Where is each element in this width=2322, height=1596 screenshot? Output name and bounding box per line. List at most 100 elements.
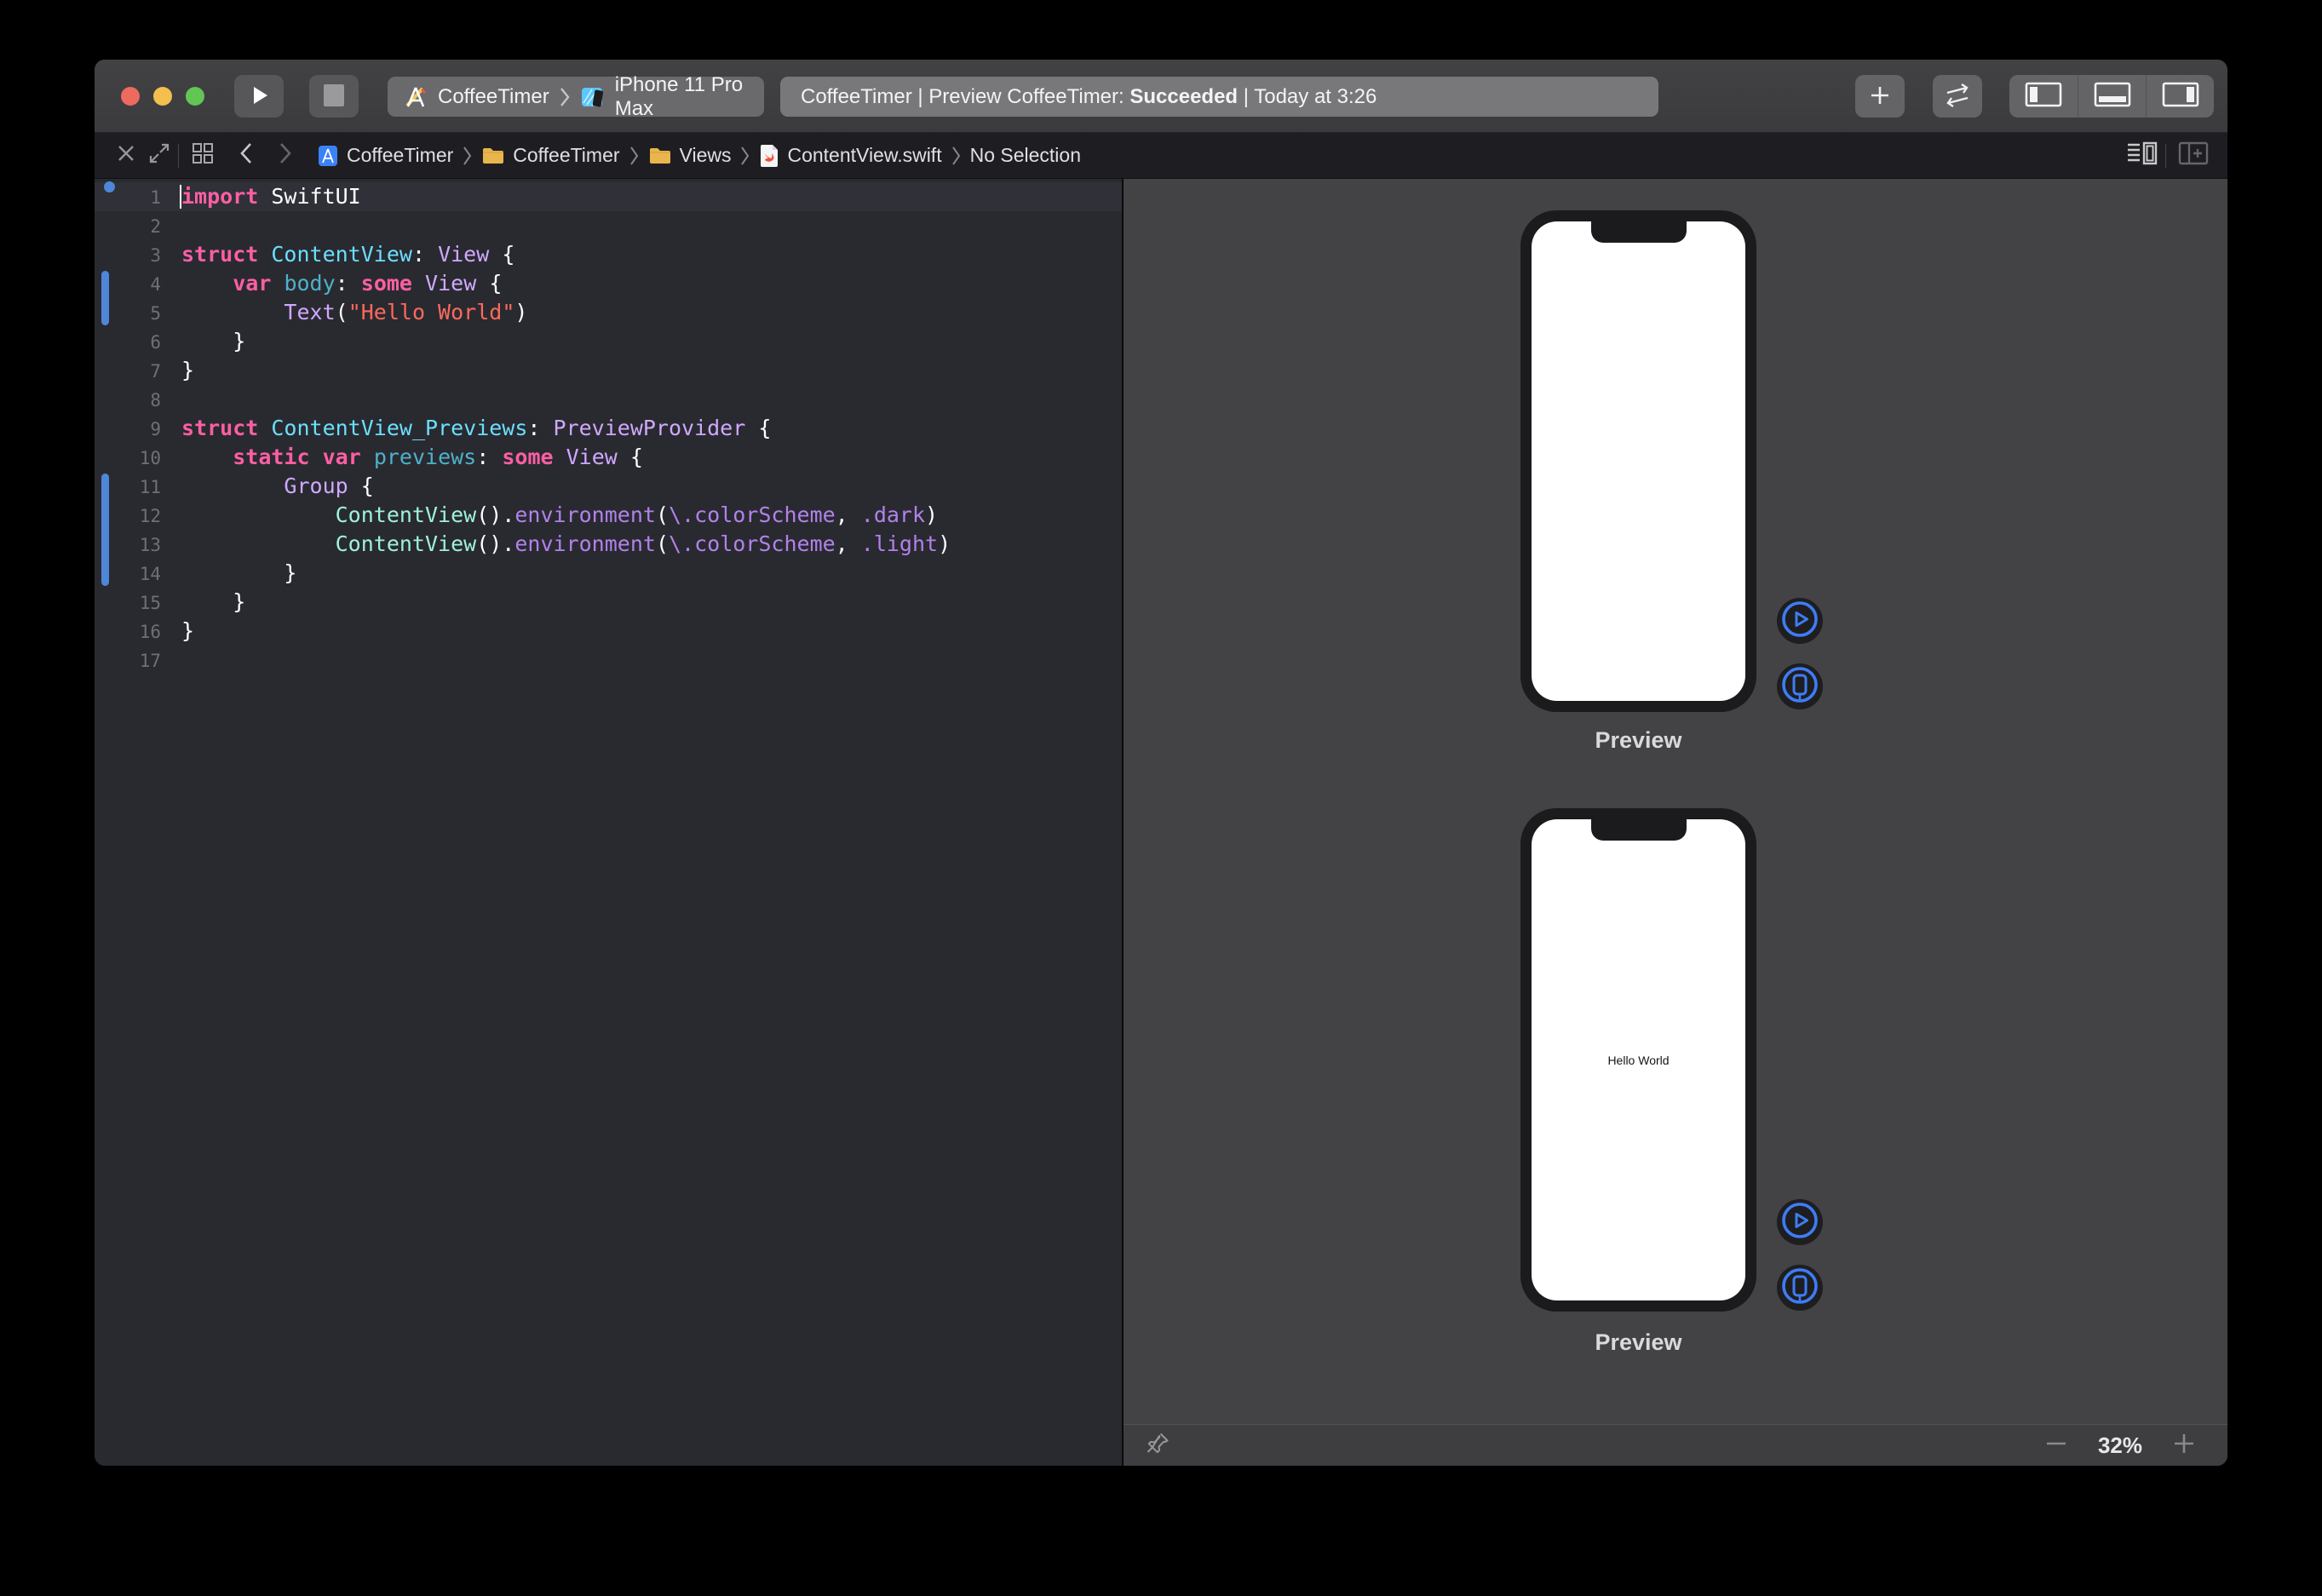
scheme-selector[interactable]: CoffeeTimer iPhone 11 Pro Max <box>388 77 764 117</box>
code-token: } <box>181 589 245 614</box>
code-text: static var previews: some View { <box>181 445 643 469</box>
breadcrumb-group[interactable]: CoffeeTimer <box>481 144 619 167</box>
toggle-navigator-button[interactable] <box>2009 75 2078 118</box>
code-token: Text <box>284 300 335 324</box>
close-editor-button[interactable] <box>112 143 141 169</box>
code-line-16[interactable]: 16} <box>95 617 1122 646</box>
code-line-9[interactable]: 9struct ContentView_Previews: PreviewPro… <box>95 414 1122 443</box>
code-text: var body: some View { <box>181 271 502 296</box>
live-preview-button-1[interactable] <box>1777 598 1823 644</box>
code-text: } <box>181 618 194 643</box>
code-line-5[interactable]: 5 Text("Hello World") <box>95 298 1122 327</box>
code-line-6[interactable]: 6 } <box>95 327 1122 356</box>
editor-options-button[interactable] <box>2119 141 2165 170</box>
related-items-button[interactable] <box>179 141 227 170</box>
pin-icon <box>1144 1430 1171 1461</box>
breadcrumb-file[interactable]: ContentView.swift <box>759 144 941 168</box>
code-token: ContentView <box>336 502 477 527</box>
minimize-window-button[interactable] <box>153 87 172 106</box>
jump-bar: CoffeeTimer CoffeeTimer Views <box>95 133 2227 179</box>
code-token <box>181 445 233 469</box>
code-line-11[interactable]: 11 Group { <box>95 472 1122 501</box>
live-preview-button-2[interactable] <box>1777 1199 1823 1245</box>
code-token: View <box>425 271 476 296</box>
code-line-13[interactable]: 13 ContentView().environment(\.colorSche… <box>95 530 1122 559</box>
code-token: some <box>361 271 412 296</box>
preview-device-2[interactable]: Hello World <box>1520 808 1756 1312</box>
go-back-button[interactable] <box>227 141 266 170</box>
run-button[interactable] <box>234 75 284 118</box>
code-token <box>181 271 233 296</box>
source-editor[interactable]: 1import SwiftUI23struct ContentView: Vie… <box>95 179 1122 1466</box>
code-text: struct ContentView: View { <box>181 242 514 267</box>
minus-icon <box>2043 1431 2069 1461</box>
preview-screen-1[interactable] <box>1532 221 1745 701</box>
code-token <box>181 502 336 527</box>
code-text: } <box>181 560 296 585</box>
code-token: } <box>181 560 296 585</box>
code-line-2[interactable]: 2 <box>95 211 1122 240</box>
breadcrumb-selection[interactable]: No Selection <box>970 144 1081 167</box>
add-editor-icon <box>2178 141 2209 170</box>
version-editor-button[interactable] <box>1933 75 1982 118</box>
code-token: environment <box>514 531 656 556</box>
breadcrumb-project[interactable]: CoffeeTimer <box>317 144 453 167</box>
activity-status-bar[interactable]: CoffeeTimer | Preview CoffeeTimer: Succe… <box>780 77 1658 117</box>
preview-on-device-button-2[interactable] <box>1777 1265 1823 1311</box>
close-window-button[interactable] <box>121 87 140 106</box>
code-line-17[interactable]: 17 <box>95 646 1122 675</box>
preview-on-device-button-1[interactable] <box>1777 663 1823 709</box>
zoom-out-button[interactable] <box>2043 1431 2069 1461</box>
go-forward-button[interactable] <box>266 141 305 170</box>
breadcrumb-separator-icon <box>629 146 640 166</box>
preview-device-1[interactable] <box>1520 210 1756 712</box>
zoom-in-button[interactable] <box>2171 1431 2197 1461</box>
code-line-1[interactable]: 1import SwiftUI <box>95 182 1122 211</box>
code-token: "Hello World" <box>348 300 515 324</box>
code-line-3[interactable]: 3struct ContentView: View { <box>95 240 1122 269</box>
code-text: ContentView().environment(\.colorScheme,… <box>181 502 938 527</box>
change-bar <box>101 474 109 586</box>
code-token <box>361 445 374 469</box>
simulator-icon <box>580 84 606 110</box>
code-text: ContentView().environment(\.colorScheme,… <box>181 531 951 556</box>
code-line-7[interactable]: 7} <box>95 356 1122 385</box>
code-token: View <box>438 242 489 267</box>
code-line-10[interactable]: 10 static var previews: some View { <box>95 443 1122 472</box>
code-token <box>181 300 284 324</box>
code-text: Text("Hello World") <box>181 300 527 324</box>
zoom-level[interactable]: 32% <box>2069 1432 2171 1459</box>
pin-preview-button[interactable] <box>1144 1430 1171 1461</box>
code-token <box>310 445 323 469</box>
zoom-window-button[interactable] <box>186 87 204 106</box>
code-line-15[interactable]: 15 } <box>95 588 1122 617</box>
breadcrumb-views-folder[interactable]: Views <box>648 144 732 167</box>
code-token: , <box>836 531 861 556</box>
swift-file-icon <box>759 144 779 168</box>
code-token: : <box>527 416 553 440</box>
line-number: 2 <box>95 212 161 241</box>
minimize-editor-button[interactable] <box>141 142 178 169</box>
code-token: : <box>412 242 438 267</box>
breadcrumb-label: ContentView.swift <box>787 144 941 167</box>
add-library-button[interactable] <box>1855 75 1905 118</box>
code-token <box>271 271 284 296</box>
code-line-12[interactable]: 12 ContentView().environment(\.colorSche… <box>95 501 1122 530</box>
preview-label-1: Preview <box>1520 727 1756 754</box>
line-number: 17 <box>95 646 161 675</box>
code-token: { <box>476 271 502 296</box>
code-line-4[interactable]: 4 var body: some View { <box>95 269 1122 298</box>
code-token: { <box>489 242 514 267</box>
device-circle-icon <box>1777 1263 1823 1313</box>
add-editor-button[interactable] <box>2166 141 2221 170</box>
code-token <box>554 445 566 469</box>
code-line-8[interactable]: 8 <box>95 385 1122 414</box>
code-line-14[interactable]: 14 } <box>95 559 1122 588</box>
toggle-debug-area-button[interactable] <box>2078 75 2146 118</box>
preview-screen-2[interactable]: Hello World <box>1532 819 1745 1300</box>
close-icon <box>116 143 136 169</box>
change-bar <box>101 271 109 325</box>
toggle-inspector-button[interactable] <box>2146 75 2214 118</box>
stop-button[interactable] <box>309 75 359 118</box>
code-token: ( <box>656 502 669 527</box>
